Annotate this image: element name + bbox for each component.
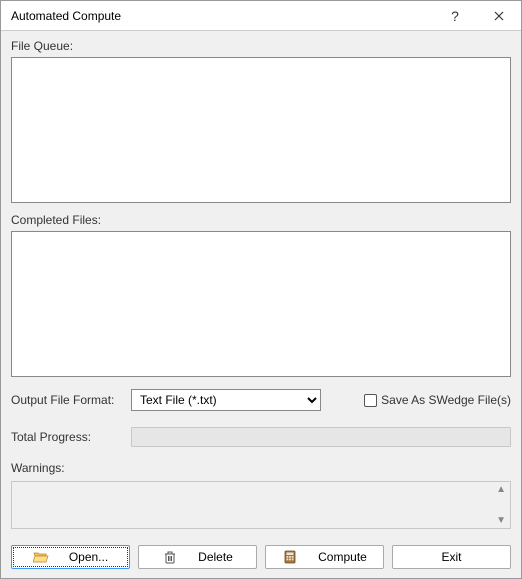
output-format-dropdown[interactable]: Text File (*.txt): [131, 389, 321, 411]
compute-button-label: Compute: [318, 550, 367, 564]
folder-open-icon: [33, 549, 49, 565]
compute-button[interactable]: Compute: [265, 545, 384, 569]
scroll-down-icon[interactable]: ▼: [496, 515, 506, 526]
total-progress-label: Total Progress:: [11, 430, 121, 444]
warnings-label: Warnings:: [11, 461, 511, 475]
output-format-row: Output File Format: Text File (*.txt) Sa…: [11, 389, 511, 411]
open-button-label: Open...: [69, 550, 108, 564]
close-icon: [494, 8, 504, 24]
checkbox-box: [364, 394, 377, 407]
calculator-icon: [282, 549, 298, 565]
warnings-box[interactable]: ▲ ▼: [11, 481, 511, 529]
scroll-up-icon[interactable]: ▲: [496, 484, 506, 495]
progress-row: Total Progress:: [11, 427, 511, 447]
close-button[interactable]: [477, 1, 521, 31]
exit-button[interactable]: Exit: [392, 545, 511, 569]
help-icon: ?: [451, 8, 459, 24]
save-as-swedge-checkbox[interactable]: Save As SWedge File(s): [364, 393, 511, 407]
delete-button-label: Delete: [198, 550, 233, 564]
open-button[interactable]: Open...: [11, 545, 130, 569]
automated-compute-dialog: Automated Compute ? File Queue: Complete…: [0, 0, 522, 579]
delete-button[interactable]: Delete: [138, 545, 257, 569]
completed-files-list[interactable]: [11, 231, 511, 377]
completed-files-label: Completed Files:: [11, 213, 511, 227]
file-queue-label: File Queue:: [11, 39, 511, 53]
help-button[interactable]: ?: [433, 1, 477, 31]
output-format-label: Output File Format:: [11, 393, 121, 407]
dialog-content: File Queue: Completed Files: Output File…: [1, 31, 521, 537]
exit-button-label: Exit: [441, 550, 461, 564]
save-as-swedge-label: Save As SWedge File(s): [381, 393, 511, 407]
window-title: Automated Compute: [11, 9, 433, 23]
titlebar: Automated Compute ?: [1, 1, 521, 31]
total-progress-bar: [131, 427, 511, 447]
file-queue-list[interactable]: [11, 57, 511, 203]
button-row: Open... Delete Compute Exit: [1, 537, 521, 579]
trash-icon: [162, 549, 178, 565]
